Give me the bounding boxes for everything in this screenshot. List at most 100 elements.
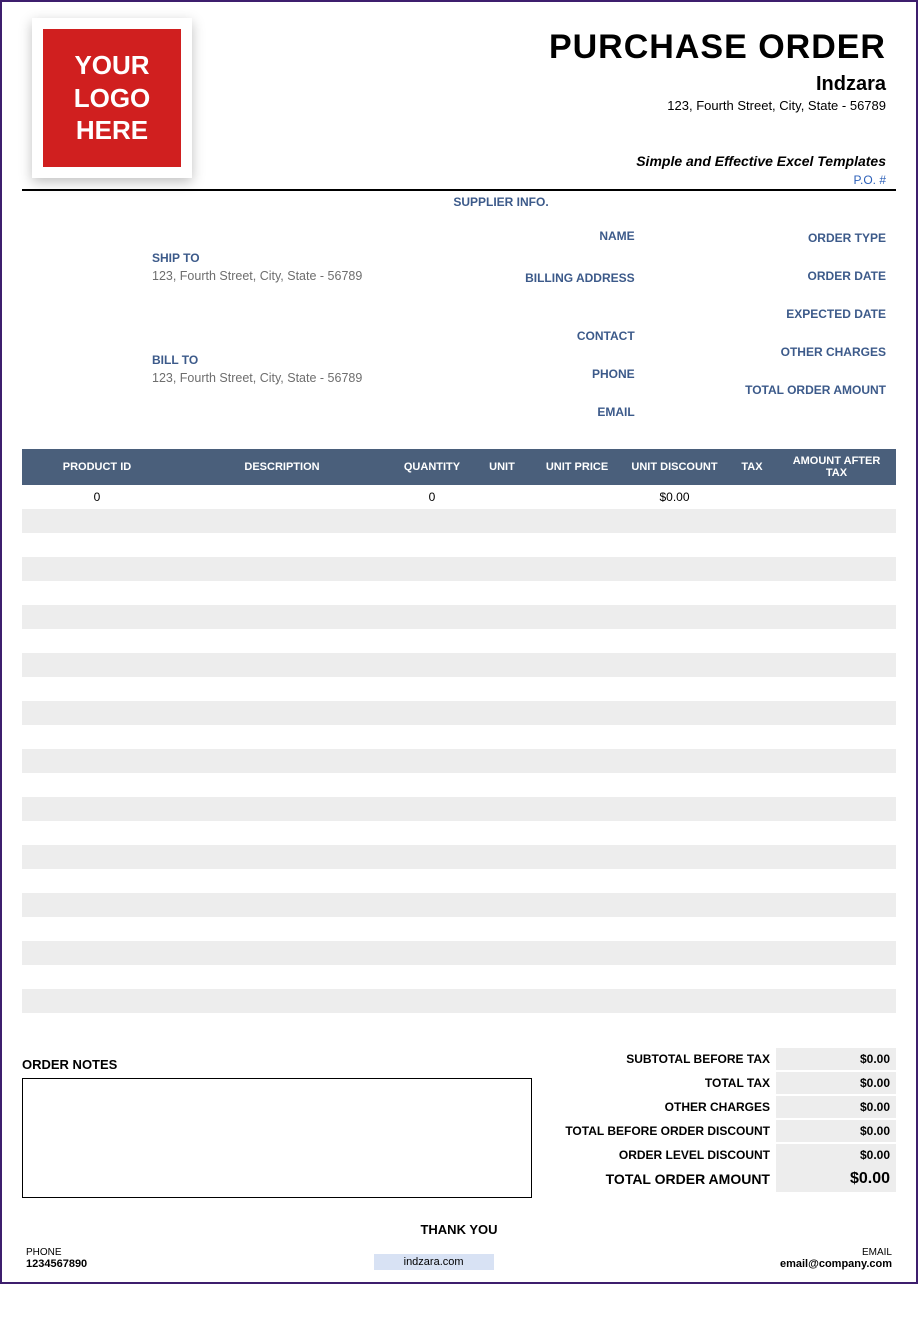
table-cell[interactable] (472, 725, 532, 749)
table-cell[interactable] (22, 629, 172, 653)
table-cell[interactable] (777, 941, 896, 965)
table-cell[interactable] (472, 1013, 532, 1037)
table-cell[interactable] (392, 821, 472, 845)
order-notes-box[interactable] (22, 1078, 532, 1198)
table-cell[interactable] (777, 701, 896, 725)
table-cell[interactable] (727, 557, 777, 581)
table-cell[interactable] (622, 1013, 727, 1037)
table-cell[interactable] (472, 653, 532, 677)
table-cell[interactable] (622, 653, 727, 677)
table-cell[interactable] (172, 533, 392, 557)
table-cell[interactable] (392, 1013, 472, 1037)
table-cell[interactable] (172, 893, 392, 917)
table-cell[interactable] (532, 581, 622, 605)
table-cell[interactable] (777, 533, 896, 557)
table-cell[interactable] (172, 581, 392, 605)
table-cell[interactable] (392, 773, 472, 797)
table-cell[interactable] (727, 605, 777, 629)
table-cell[interactable] (172, 653, 392, 677)
table-cell[interactable] (22, 917, 172, 941)
table-cell[interactable] (22, 509, 172, 533)
table-cell[interactable] (392, 725, 472, 749)
table-cell[interactable] (622, 797, 727, 821)
table-cell[interactable] (532, 677, 622, 701)
table-cell[interactable] (777, 917, 896, 941)
table-cell[interactable] (727, 725, 777, 749)
table-cell[interactable] (532, 773, 622, 797)
table-cell[interactable] (392, 677, 472, 701)
table-cell[interactable] (22, 965, 172, 989)
table-cell[interactable] (777, 845, 896, 869)
table-cell[interactable] (172, 749, 392, 773)
table-cell[interactable] (392, 845, 472, 869)
table-cell[interactable] (777, 773, 896, 797)
table-cell[interactable] (622, 749, 727, 773)
table-cell[interactable] (392, 653, 472, 677)
table-cell[interactable] (727, 893, 777, 917)
table-cell[interactable] (472, 629, 532, 653)
table-cell[interactable] (622, 917, 727, 941)
table-cell[interactable] (392, 917, 472, 941)
table-cell[interactable] (172, 701, 392, 725)
table-cell[interactable] (172, 821, 392, 845)
table-cell[interactable] (622, 989, 727, 1013)
table-cell[interactable] (172, 677, 392, 701)
table-cell[interactable] (472, 869, 532, 893)
table-cell[interactable] (22, 725, 172, 749)
table-cell[interactable] (532, 629, 622, 653)
table-cell[interactable] (472, 485, 532, 509)
table-cell[interactable] (22, 677, 172, 701)
table-cell[interactable] (392, 989, 472, 1013)
table-cell[interactable] (472, 989, 532, 1013)
table-cell[interactable] (727, 869, 777, 893)
table-cell[interactable] (392, 893, 472, 917)
table-cell[interactable] (532, 869, 622, 893)
table-cell[interactable] (172, 869, 392, 893)
table-cell[interactable] (777, 677, 896, 701)
table-cell[interactable] (22, 773, 172, 797)
table-cell[interactable] (622, 701, 727, 725)
table-cell[interactable] (777, 725, 896, 749)
table-cell[interactable] (172, 725, 392, 749)
table-cell[interactable] (727, 965, 777, 989)
table-cell[interactable] (532, 653, 622, 677)
table-cell[interactable] (777, 557, 896, 581)
table-cell[interactable] (22, 869, 172, 893)
table-cell[interactable] (532, 797, 622, 821)
table-cell[interactable] (532, 533, 622, 557)
table-cell[interactable] (622, 893, 727, 917)
table-cell[interactable] (622, 629, 727, 653)
table-cell[interactable] (392, 509, 472, 533)
table-cell[interactable] (532, 725, 622, 749)
table-cell[interactable] (22, 989, 172, 1013)
table-cell[interactable] (622, 869, 727, 893)
table-cell[interactable] (392, 941, 472, 965)
table-cell[interactable] (22, 701, 172, 725)
table-cell[interactable] (392, 581, 472, 605)
table-cell[interactable] (22, 941, 172, 965)
table-cell[interactable] (172, 941, 392, 965)
table-cell[interactable] (622, 821, 727, 845)
table-cell[interactable] (22, 533, 172, 557)
table-cell[interactable] (727, 773, 777, 797)
table-cell[interactable] (777, 893, 896, 917)
table-cell[interactable] (22, 797, 172, 821)
table-cell[interactable] (727, 629, 777, 653)
table-cell[interactable] (532, 941, 622, 965)
table-cell[interactable] (777, 749, 896, 773)
table-cell[interactable] (22, 845, 172, 869)
table-cell[interactable] (472, 533, 532, 557)
table-cell[interactable] (727, 509, 777, 533)
table-cell[interactable] (472, 965, 532, 989)
table-cell[interactable] (472, 893, 532, 917)
table-cell[interactable] (622, 677, 727, 701)
table-cell[interactable] (22, 1013, 172, 1037)
table-cell[interactable] (622, 509, 727, 533)
table-cell[interactable] (622, 941, 727, 965)
table-cell[interactable] (532, 749, 622, 773)
table-cell[interactable] (472, 797, 532, 821)
table-cell[interactable] (22, 821, 172, 845)
table-cell[interactable] (727, 941, 777, 965)
table-cell[interactable] (22, 581, 172, 605)
table-cell[interactable] (172, 557, 392, 581)
